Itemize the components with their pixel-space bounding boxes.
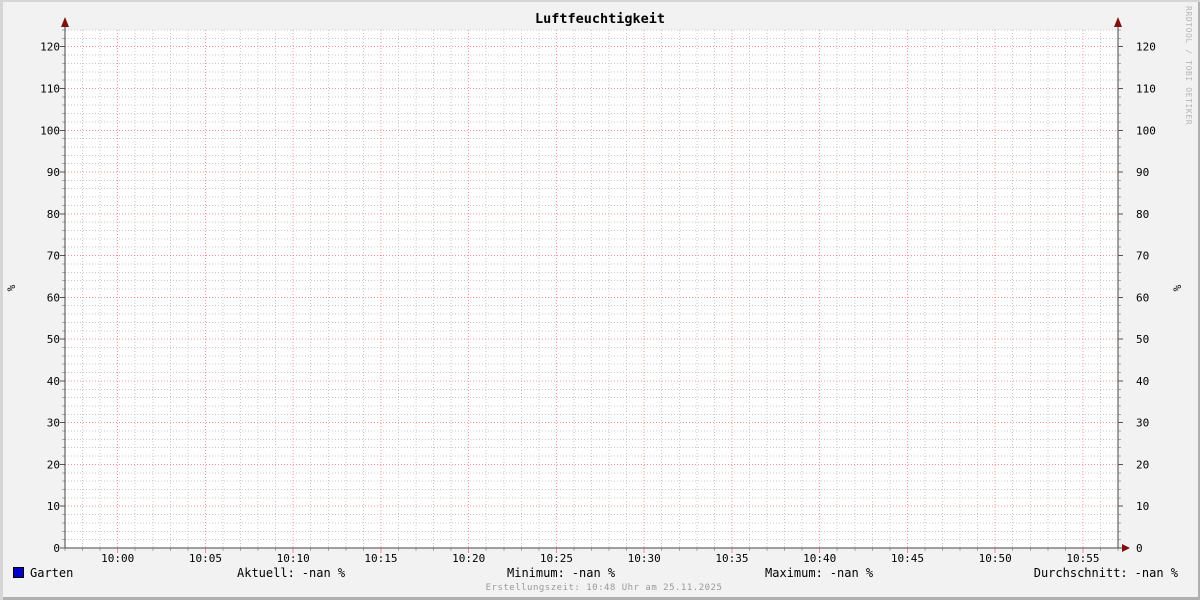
legend-and-stats-row: Garten Aktuell: -nan % Minimum: -nan % Max… bbox=[0, 566, 1200, 580]
y-tick-label-right: 110 bbox=[1136, 82, 1156, 95]
ticks-major-x bbox=[118, 548, 1083, 553]
y-tick-label-left: 90 bbox=[47, 166, 60, 179]
stat-aktuell-label: Aktuell: bbox=[237, 566, 295, 580]
y-tick-label-right: 80 bbox=[1136, 208, 1149, 221]
y-tick-label-right: 90 bbox=[1136, 166, 1149, 179]
stat-minimum-value: -nan % bbox=[572, 566, 615, 580]
stat-maximum-value: -nan % bbox=[830, 566, 873, 580]
stat-aktuell-value: -nan % bbox=[302, 566, 345, 580]
x-tick-label: 10:55 bbox=[1066, 552, 1099, 565]
y-tick-label-right: 0 bbox=[1136, 542, 1143, 555]
chart-plot-area: 10:00 10:05 10:10 10:15 10:20 10:25 10:30 10:35… bbox=[0, 0, 1200, 600]
y-tick-label-left: 80 bbox=[47, 208, 60, 221]
x-tick-label: 10:20 bbox=[452, 552, 485, 565]
y-tick-label-left: 0 bbox=[53, 542, 60, 555]
x-tick-label: 10:05 bbox=[189, 552, 222, 565]
x-tick-label: 10:15 bbox=[364, 552, 397, 565]
stat-minimum-label: Minimum: bbox=[507, 566, 565, 580]
stat-maximum-label: Maximum: bbox=[765, 566, 823, 580]
y-tick-label-right: 50 bbox=[1136, 333, 1149, 346]
y-tick-label-left: 100 bbox=[40, 124, 60, 137]
y-axis-unit-right: % bbox=[1171, 284, 1184, 291]
x-tick-label: 10:45 bbox=[891, 552, 924, 565]
y-tick-label-left: 40 bbox=[47, 375, 60, 388]
stat-durchschnitt-label: Durchschnitt: bbox=[1034, 566, 1128, 580]
stat-durchschnitt-value: -nan % bbox=[1135, 566, 1178, 580]
x-tick-label: 10:40 bbox=[803, 552, 836, 565]
creation-timestamp: Erstellungszeit: 10:48 Uhr am 25.11.2025 bbox=[0, 583, 1200, 593]
y-tick-label-left: 30 bbox=[47, 417, 60, 430]
y-tick-label-left: 110 bbox=[40, 82, 60, 95]
y-tick-label-left: 50 bbox=[47, 333, 60, 346]
y-tick-label-left: 70 bbox=[47, 250, 60, 263]
y-tick-label-right: 10 bbox=[1136, 500, 1149, 513]
x-tick-label: 10:00 bbox=[101, 552, 134, 565]
x-tick-label: 10:30 bbox=[628, 552, 661, 565]
rrdtool-watermark: RRDTOOL / TOBI OETIKER bbox=[1184, 6, 1193, 125]
y-tick-label-right: 20 bbox=[1136, 458, 1149, 471]
stat-durchschnitt: Durchschnitt: -nan % bbox=[1034, 566, 1178, 580]
y-tick-label-right: 120 bbox=[1136, 41, 1156, 54]
y-axis-unit-left: % bbox=[5, 284, 18, 291]
rrdtool-graph-window: Luftfeuchtigkeit 10:0010:0510:1010:1510:… bbox=[0, 0, 1200, 600]
y-tick-label-left: 10 bbox=[47, 500, 60, 513]
y-tick-label-left: 60 bbox=[47, 291, 60, 304]
stat-maximum: Maximum: -nan % bbox=[765, 566, 873, 580]
y-tick-label-right: 30 bbox=[1136, 417, 1149, 430]
x-tick-label: 10:10 bbox=[277, 552, 310, 565]
x-tick-label: 10:50 bbox=[979, 552, 1012, 565]
y-tick-label-right: 40 bbox=[1136, 375, 1149, 388]
y-tick-label-right: 70 bbox=[1136, 250, 1149, 263]
y-tick-label-right: 100 bbox=[1136, 124, 1156, 137]
y-tick-label-right: 60 bbox=[1136, 291, 1149, 304]
x-tick-label: 10:35 bbox=[715, 552, 748, 565]
stat-minimum: Minimum: -nan % bbox=[507, 566, 615, 580]
y-tick-label-left: 20 bbox=[47, 458, 60, 471]
legend-color-swatch bbox=[13, 567, 24, 578]
stat-aktuell: Aktuell: -nan % bbox=[237, 566, 345, 580]
x-tick-label: 10:25 bbox=[540, 552, 573, 565]
legend-series-label: Garten bbox=[30, 566, 73, 580]
y-tick-label-left: 120 bbox=[40, 41, 60, 54]
